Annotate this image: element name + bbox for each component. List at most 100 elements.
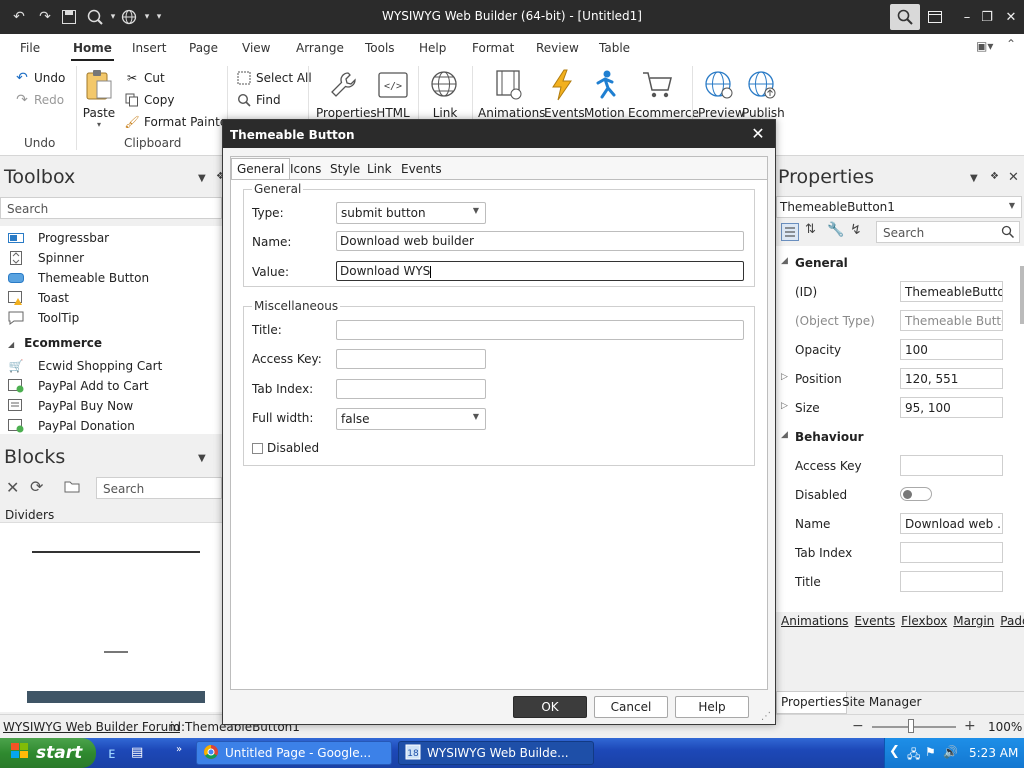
close-icon[interactable]: ✕ bbox=[6, 478, 19, 497]
prop-section-behaviour[interactable]: ◢ Behaviour bbox=[776, 422, 1024, 451]
tab-view[interactable]: View bbox=[242, 41, 270, 55]
prop-size-value[interactable]: 95, 100 bbox=[900, 397, 1003, 418]
pin-icon[interactable]: ❖ bbox=[990, 171, 999, 182]
divider-preview-bar[interactable] bbox=[27, 691, 205, 703]
toolbox-item-ecwid-cart[interactable]: 🛒 Ecwid Shopping Cart bbox=[8, 359, 163, 373]
properties-scrollbar[interactable] bbox=[1020, 266, 1024, 324]
show-desktop-icon[interactable]: ▤ bbox=[131, 745, 143, 760]
find-button[interactable]: Find bbox=[236, 92, 281, 108]
tab-properties[interactable]: Properties bbox=[776, 692, 847, 714]
tray-security-icon[interactable]: ⚑ bbox=[925, 745, 936, 759]
preview-button[interactable]: Preview bbox=[698, 68, 745, 120]
link-flexbox[interactable]: Flexbox bbox=[901, 614, 947, 628]
title-input[interactable] bbox=[336, 320, 744, 340]
wrench-icon[interactable]: 🔧 bbox=[827, 222, 844, 238]
tab-tools[interactable]: Tools bbox=[365, 41, 395, 55]
ecommerce-button[interactable]: Ecommerce bbox=[628, 68, 699, 120]
search-icon[interactable] bbox=[890, 4, 920, 30]
tab-general[interactable]: General bbox=[231, 158, 291, 180]
tab-style[interactable]: Style bbox=[325, 159, 365, 179]
expand-icon[interactable]: ▷ bbox=[781, 372, 788, 382]
tab-icons[interactable]: Icons bbox=[285, 159, 326, 179]
format-painter-button[interactable]: 🖌 Format Painter bbox=[124, 114, 232, 130]
prop-opacity-value[interactable]: 100 bbox=[900, 339, 1003, 360]
disabled-checkbox[interactable]: Disabled bbox=[252, 441, 319, 455]
forum-link[interactable]: WYSIWYG Web Builder Forum bbox=[3, 720, 180, 734]
cut-button[interactable]: ✂ Cut bbox=[124, 70, 165, 86]
toolbox-search-input[interactable]: Search bbox=[0, 197, 222, 219]
zoom-out-icon[interactable]: − bbox=[852, 718, 864, 734]
toolbox-item-tooltip[interactable]: ToolTip bbox=[8, 311, 79, 325]
redo-button[interactable]: ↷ Redo bbox=[14, 92, 64, 108]
ok-button[interactable]: OK bbox=[513, 696, 587, 718]
toolbox-item-themeable-button[interactable]: Themeable Button bbox=[8, 271, 149, 285]
close-icon[interactable]: ✕ bbox=[996, 4, 1024, 30]
zoom-slider[interactable] bbox=[872, 726, 956, 728]
cancel-button[interactable]: Cancel bbox=[594, 696, 668, 718]
tab-link[interactable]: Link bbox=[362, 159, 397, 179]
panel-dropdown-icon[interactable]: ▼ bbox=[970, 173, 978, 184]
toolbox-item-toast[interactable]: Toast bbox=[8, 291, 69, 305]
taskbar-item-chrome[interactable]: Untitled Page - Google... bbox=[196, 741, 392, 765]
prop-name-value[interactable]: Download web ... bbox=[900, 513, 1003, 534]
tab-insert[interactable]: Insert bbox=[132, 41, 166, 55]
prop-disabled-toggle[interactable] bbox=[900, 487, 932, 501]
toolbox-category-ecommerce[interactable]: ◢ Ecommerce bbox=[8, 336, 102, 350]
categorized-icon[interactable] bbox=[781, 223, 799, 244]
resize-grip-icon[interactable]: ⋰ bbox=[761, 711, 771, 722]
toolbox-item-spinner[interactable]: Spinner bbox=[8, 251, 84, 265]
motion-button[interactable]: Motion bbox=[584, 68, 625, 120]
link-margin[interactable]: Margin bbox=[953, 614, 994, 628]
help-button[interactable]: Help bbox=[675, 696, 749, 718]
link-button[interactable]: Link bbox=[426, 68, 464, 120]
tab-home[interactable]: Home bbox=[71, 41, 114, 61]
tab-file[interactable]: File bbox=[20, 41, 40, 55]
sort-az-icon[interactable]: ⇅ bbox=[805, 222, 816, 237]
link-events[interactable]: Events bbox=[854, 614, 895, 628]
select-all-button[interactable]: Select All bbox=[236, 70, 312, 86]
html-button[interactable]: </> HTML bbox=[374, 68, 412, 120]
zoom-slider-thumb[interactable] bbox=[908, 719, 914, 733]
close-icon[interactable]: ✕ bbox=[1008, 170, 1019, 185]
tab-site-manager[interactable]: Site Manager bbox=[842, 695, 921, 709]
link-padding[interactable]: Padding bbox=[1000, 614, 1024, 628]
full-width-select[interactable]: false ▼ bbox=[336, 408, 486, 430]
tab-help[interactable]: Help bbox=[419, 41, 446, 55]
tab-events[interactable]: Events bbox=[396, 159, 447, 179]
ribbon-display-icon[interactable] bbox=[920, 4, 950, 30]
tab-format[interactable]: Format bbox=[472, 41, 514, 55]
object-selector[interactable]: ThemeableButton1 ▼ bbox=[776, 196, 1022, 218]
taskbar-item-wysiwyg[interactable]: 18 WYSIWYG Web Builde... bbox=[398, 741, 594, 765]
toolbox-item-paypal-buy-now[interactable]: PayPal Buy Now bbox=[8, 399, 133, 413]
toolbox-item-paypal-donation[interactable]: PayPal Donation bbox=[8, 419, 135, 433]
start-button[interactable]: start bbox=[0, 738, 96, 768]
divider-preview-text[interactable] bbox=[104, 651, 128, 653]
publish-button[interactable]: Publish bbox=[742, 68, 785, 120]
refresh-icon[interactable]: ⟳ bbox=[30, 477, 43, 496]
blocks-search-input[interactable]: Search bbox=[96, 477, 222, 499]
panel-dropdown-icon[interactable]: ▼ bbox=[198, 453, 206, 464]
animations-button[interactable]: Animations bbox=[478, 68, 545, 120]
expand-icon[interactable]: ▷ bbox=[781, 401, 788, 411]
prop-id-value[interactable]: ThemeableButto... bbox=[900, 281, 1003, 302]
ie-icon[interactable]: ᴇ bbox=[108, 744, 115, 762]
prop-section-general[interactable]: ◢ General bbox=[776, 248, 1024, 277]
quicklaunch-more-icon[interactable]: » bbox=[176, 744, 182, 755]
zoom-in-icon[interactable]: + bbox=[964, 718, 976, 734]
prop-access-key-value[interactable] bbox=[900, 455, 1003, 476]
tab-page[interactable]: Page bbox=[189, 41, 218, 55]
lightning-icon[interactable]: ↯ bbox=[850, 222, 862, 238]
tab-table[interactable]: Table bbox=[599, 41, 630, 55]
tray-volume-icon[interactable]: 🔊 bbox=[943, 745, 958, 759]
window-options-icon[interactable]: ▣▾ bbox=[976, 39, 993, 53]
divider-preview-line[interactable] bbox=[32, 551, 200, 553]
toolbox-item-progressbar[interactable]: Progressbar bbox=[8, 231, 109, 245]
folder-icon[interactable] bbox=[64, 479, 80, 496]
paste-button[interactable]: Paste ▾ bbox=[82, 68, 116, 129]
collapse-ribbon-icon[interactable]: ⌃ bbox=[1006, 37, 1016, 51]
name-input[interactable]: Download web builder bbox=[336, 231, 744, 251]
prop-position-value[interactable]: 120, 551 bbox=[900, 368, 1003, 389]
prop-tab-index-value[interactable] bbox=[900, 542, 1003, 563]
value-input[interactable]: Download WYS bbox=[336, 261, 744, 281]
tab-review[interactable]: Review bbox=[536, 41, 579, 55]
